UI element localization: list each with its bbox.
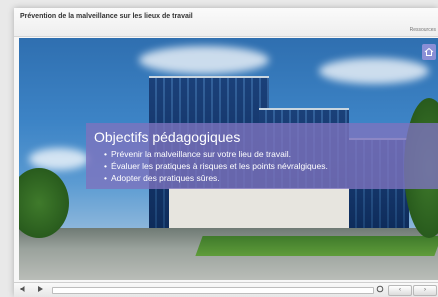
- objective-item: Évaluer les pratiques à risques et les p…: [111, 160, 328, 172]
- objectives-panel: Objectifs pédagogiques Prévenir la malve…: [86, 123, 438, 189]
- building-facade: [169, 188, 369, 233]
- home-icon: [424, 47, 434, 56]
- next-button[interactable]: ›: [413, 285, 437, 296]
- course-title: Prévention de la malveillance sur les li…: [20, 13, 193, 20]
- player-controls: ‹ ›: [14, 282, 438, 297]
- player-window: Prévention de la malveillance sur les li…: [14, 8, 438, 297]
- objective-item: Prévenir la malveillance sur votre lieu …: [111, 148, 328, 160]
- objectives-list: Prévenir la malveillance sur votre lieu …: [111, 148, 328, 184]
- cloud: [29, 148, 89, 170]
- chevron-right-icon: ›: [424, 287, 426, 293]
- cloud: [139, 46, 269, 74]
- lawn: [195, 236, 438, 256]
- cloud: [319, 58, 429, 84]
- progress-bar[interactable]: [52, 287, 374, 294]
- volume-button[interactable]: [20, 285, 28, 295]
- objective-item: Adopter des pratiques sûres.: [111, 172, 328, 184]
- volume-icon: [20, 286, 25, 292]
- title-bar: Prévention de la malveillance sur les li…: [14, 8, 438, 37]
- previous-button[interactable]: ‹: [388, 285, 412, 296]
- replay-icon: [376, 285, 384, 293]
- chevron-left-icon: ‹: [399, 287, 401, 293]
- resources-link[interactable]: Ressources: [410, 27, 436, 33]
- replay-button[interactable]: [376, 285, 384, 295]
- home-button[interactable]: [422, 44, 436, 60]
- objectives-heading: Objectifs pédagogiques: [94, 129, 241, 145]
- play-icon: [38, 286, 43, 292]
- slide-stage: Objectifs pédagogiques Prévenir la malve…: [19, 38, 438, 280]
- play-button[interactable]: [36, 285, 44, 295]
